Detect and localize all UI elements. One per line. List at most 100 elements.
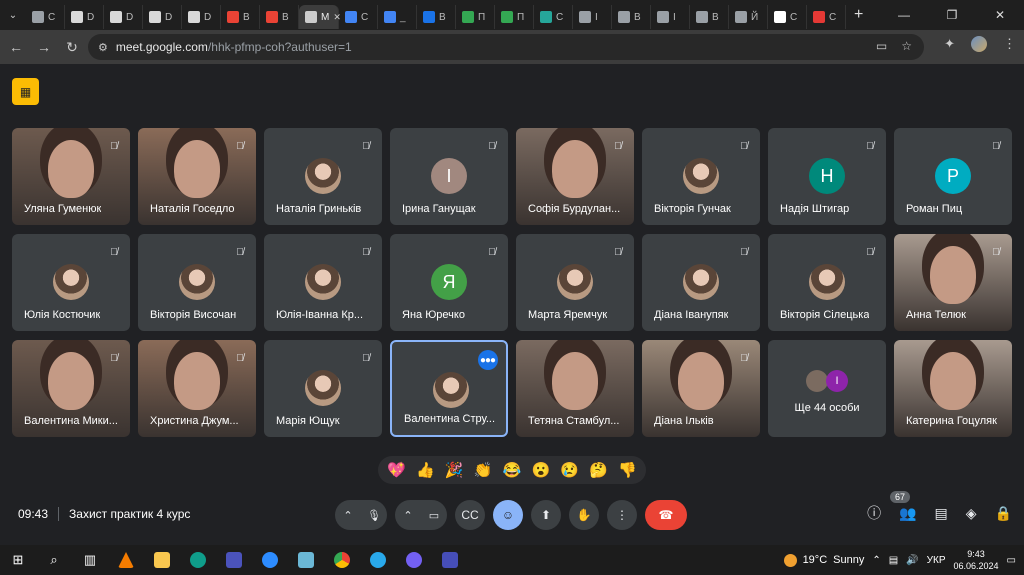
weather-widget[interactable]: 19°C Sunny [783, 553, 864, 567]
microphone-icon[interactable]: 🎙 [361, 509, 387, 522]
participant-tile[interactable]: P Роман Пиц 🎙̸ [894, 128, 1012, 225]
browser-tab[interactable]: I [651, 5, 690, 29]
browser-tab[interactable]: D [104, 5, 143, 29]
reaction-emoji[interactable]: 🎉 [445, 461, 464, 479]
teams-icon[interactable] [216, 545, 252, 575]
bookmark-star-icon[interactable]: ☆ [901, 39, 912, 53]
edge-icon[interactable] [180, 545, 216, 575]
participant-tile[interactable]: Вікторія Гунчак 🎙̸ [642, 128, 760, 225]
windows-start-icon[interactable]: ⊞ [0, 545, 36, 575]
reaction-emoji[interactable]: 🤔 [589, 461, 608, 479]
viber-icon[interactable] [396, 545, 432, 575]
forward-icon[interactable]: → [30, 33, 58, 61]
people-icon[interactable]: 👥 [899, 505, 916, 522]
more-options-icon[interactable]: ⋮ [607, 500, 637, 530]
participant-tile[interactable]: Діана Іванупяк 🎙̸ [642, 234, 760, 331]
address-bar[interactable]: ⚙ meet.google.com/hhk-pfmp-coh?authuser=… [88, 34, 924, 60]
browser-tab[interactable]: П [456, 5, 495, 29]
browser-tab[interactable]: _ [378, 5, 417, 29]
teams-alt-icon[interactable] [432, 545, 468, 575]
participant-tile[interactable]: Вікторія Височан 🎙̸ [138, 234, 256, 331]
task-view-icon[interactable]: ▥ [72, 545, 108, 575]
more-participants[interactable]: І Ще 44 особи [768, 340, 886, 437]
raise-hand-icon[interactable]: ✋ [569, 500, 599, 530]
emoji-reactions-icon[interactable]: ☺ [493, 500, 523, 530]
browser-tab[interactable]: C [768, 5, 807, 29]
system-clock[interactable]: 9:43 06.06.2024 [954, 548, 999, 572]
participant-tile[interactable]: Марія Ющук 🎙̸ [264, 340, 382, 437]
participant-tile[interactable]: Христина Джум... 🎙̸ [138, 340, 256, 437]
search-icon[interactable]: ⌕ [36, 545, 72, 575]
participant-tile[interactable]: Анна Телюк 🎙̸ [894, 234, 1012, 331]
minimize-icon[interactable]: — [880, 0, 928, 30]
present-screen-icon[interactable]: ⬆ [531, 500, 561, 530]
browser-tab[interactable]: B [417, 5, 456, 29]
participant-tile[interactable]: Наталія Госедло 🎙̸ [138, 128, 256, 225]
reaction-emoji[interactable]: 👍 [416, 461, 435, 479]
camera-options-chevron-icon[interactable]: ⌃ [395, 509, 421, 522]
participant-tile[interactable]: Катерина Гоцуляк [894, 340, 1012, 437]
back-icon[interactable]: ← [2, 33, 30, 61]
zoom-icon[interactable] [252, 545, 288, 575]
browser-tab[interactable]: Й [729, 5, 768, 29]
browser-tab[interactable]: C [534, 5, 573, 29]
chrome-icon[interactable] [324, 545, 360, 575]
photos-icon[interactable] [288, 545, 324, 575]
camera-icon[interactable]: ▭ [421, 509, 447, 522]
reaction-emoji[interactable]: 😂 [503, 461, 522, 479]
participant-tile[interactable]: Я Яна Юречко 🎙̸ [390, 234, 508, 331]
participant-tile[interactable]: Наталія Гриньків 🎙̸ [264, 128, 382, 225]
participant-tile[interactable]: І Ще 44 особи [768, 340, 886, 437]
language-indicator[interactable]: УКР [927, 555, 946, 566]
browser-tab[interactable]: B [612, 5, 651, 29]
extensions-icon[interactable]: ✦ [944, 36, 955, 52]
profile-avatar[interactable] [971, 36, 987, 52]
telegram-icon[interactable] [360, 545, 396, 575]
browser-tab[interactable]: D [182, 5, 221, 29]
browser-tab[interactable]: C [339, 5, 378, 29]
participant-tile[interactable]: Вікторія Сілецька 🎙̸ [768, 234, 886, 331]
browser-tab[interactable]: I [573, 5, 612, 29]
participant-tile[interactable]: І Ірина Ганущак 🎙̸ [390, 128, 508, 225]
browser-tab[interactable]: C [807, 5, 846, 29]
host-controls-icon[interactable]: 🔒 [995, 505, 1012, 522]
leave-call-icon[interactable]: ☎ [645, 500, 687, 530]
site-info-icon[interactable]: ⚙ [98, 41, 108, 54]
browser-tab[interactable]: M ✕ [299, 5, 341, 29]
browser-tab[interactable]: B [690, 5, 729, 29]
close-window-icon[interactable]: ✕ [976, 0, 1024, 30]
network-icon[interactable]: ▤ [889, 555, 898, 566]
new-tab-button[interactable]: + [854, 6, 863, 24]
mic-options-chevron-icon[interactable]: ⌃ [335, 509, 361, 522]
participant-tile[interactable]: Юлія Костючик 🎙̸ [12, 234, 130, 331]
chat-icon[interactable]: ▤ [935, 505, 948, 522]
participant-tile[interactable]: Тетяна Стамбул... [516, 340, 634, 437]
reaction-emoji[interactable]: 😮 [531, 461, 550, 479]
reaction-emoji[interactable]: 💖 [387, 461, 406, 479]
activities-icon[interactable]: ◈ [966, 505, 977, 522]
browser-tab[interactable]: C [26, 5, 65, 29]
reload-icon[interactable]: ↻ [58, 33, 86, 61]
browser-menu-icon[interactable]: ⋮ [1003, 36, 1016, 52]
captions-icon[interactable]: CC [455, 500, 485, 530]
volume-icon[interactable]: 🔊 [906, 555, 918, 566]
vlc-icon[interactable] [108, 545, 144, 575]
browser-tab[interactable]: П [495, 5, 534, 29]
browser-tab[interactable]: B [221, 5, 260, 29]
tab-search-icon[interactable]: ⌄ [0, 0, 26, 30]
participant-tile[interactable]: Валентина Стру... ⦁⦁⦁ [390, 340, 508, 437]
camera-in-use-icon[interactable]: ▭ [876, 39, 887, 53]
participant-tile[interactable]: Юлія-Іванна Кр... 🎙̸ [264, 234, 382, 331]
participant-tile[interactable]: Уляна Гуменюк 🎙̸ [12, 128, 130, 225]
tray-chevron-icon[interactable]: ⌃ [872, 555, 880, 566]
browser-tab[interactable]: B [260, 5, 299, 29]
meeting-details-icon[interactable]: ⓘ [867, 503, 881, 523]
reaction-emoji[interactable]: 😢 [560, 461, 579, 479]
participant-tile[interactable]: Софія Бурдулан... 🎙̸ [516, 128, 634, 225]
reaction-emoji[interactable]: 👏 [474, 461, 493, 479]
participant-tile[interactable]: Н Надія Штигар 🎙̸ [768, 128, 886, 225]
notifications-icon[interactable]: ▭ [1007, 555, 1016, 566]
presentation-off-icon[interactable]: ▦ [12, 78, 39, 105]
participant-tile[interactable]: Валентина Мики... 🎙̸ [12, 340, 130, 437]
restore-icon[interactable]: ❐ [928, 0, 976, 30]
